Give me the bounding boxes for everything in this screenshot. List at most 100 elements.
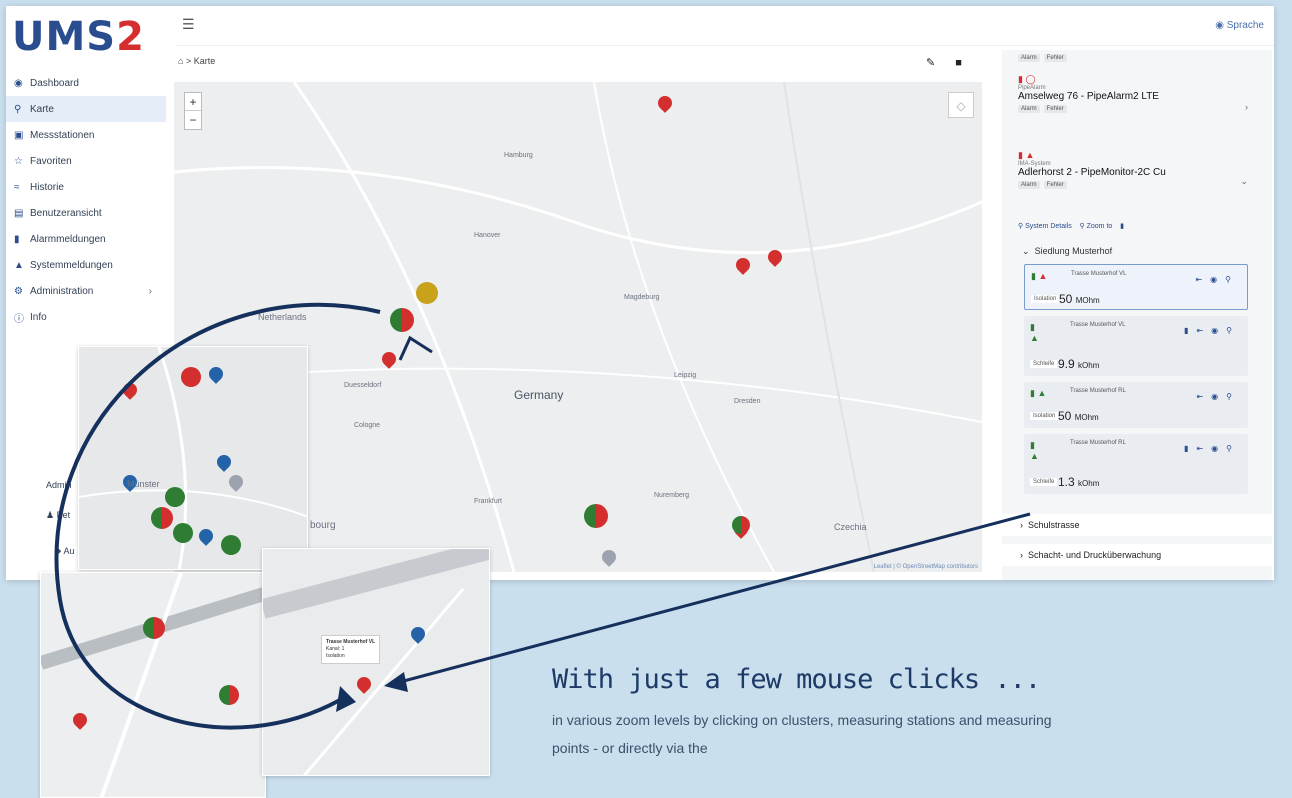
marketing-description: in various zoom levels by clicking on cl… (552, 712, 1052, 756)
user-view-icon: ▤ (14, 207, 24, 219)
sidebar-item-label: Systemmeldungen (30, 259, 113, 271)
measure-value: 50 MOhm (1058, 409, 1099, 423)
value-unit: MOhm (1075, 296, 1100, 305)
chevron-right-icon[interactable]: › (1245, 102, 1248, 112)
zoom-inset-detail: Trasse Musterhof VL Kanal: 1 Isolation (262, 548, 490, 776)
map-cluster[interactable] (416, 282, 438, 304)
point-actions[interactable]: ⇤◉⚲ (1195, 275, 1239, 284)
group-title: Schulstrasse (1028, 520, 1080, 530)
group-header[interactable]: ⌄ Siedlung Musterhof (1022, 246, 1112, 257)
map-label-luxembourg: bourg (310, 520, 336, 531)
sidebar-item-administration[interactable]: ⚙ Administration › (6, 278, 166, 304)
edit-icon[interactable]: ✎ (926, 57, 935, 69)
warning-icon: ▲ (1025, 150, 1035, 160)
value-unit: kOhm (1078, 361, 1100, 370)
point-actions[interactable]: ▮⇤◉⚲ (1184, 326, 1240, 335)
logout-button[interactable]: ➜ Au (54, 546, 75, 557)
measure-type: Schleife (1030, 478, 1058, 486)
map-cluster[interactable] (584, 504, 608, 528)
language-button[interactable]: ◉ Sprache (1215, 20, 1264, 31)
measuring-point[interactable]: ▮ ▲ Trasse Musterhof VL ▮⇤◉⚲ Schleife 9.9… (1024, 316, 1248, 376)
tooltip-channel: Kanal: 1 (326, 646, 345, 652)
value-number: 9.9 (1058, 357, 1075, 371)
chevron-right-icon: › (148, 285, 152, 297)
zoom-in-button[interactable]: + (185, 93, 201, 111)
document-icon[interactable]: ▮ (1120, 223, 1124, 230)
marker-tooltip: Trasse Musterhof VL Kanal: 1 Isolation (321, 635, 381, 664)
error-badge: Fehler (1043, 105, 1067, 113)
sidebar-item-info[interactable]: ⓘ Info (6, 304, 166, 330)
point-actions[interactable]: ▮⇤◉⚲ (1184, 444, 1240, 453)
map-label-munster: Münster (127, 479, 160, 489)
sidebar-item-benutzeransicht[interactable]: ▤ Benutzeransicht (6, 200, 166, 226)
map-cluster[interactable] (165, 487, 185, 507)
status-ok-icon: ▮ ▲ (1030, 322, 1039, 343)
sidebar-admin-label[interactable]: Admin (46, 480, 72, 490)
status-ok-icon: ▮ ▲ (1030, 388, 1047, 398)
logout-label: Au (63, 546, 75, 556)
sidebar-item-historie[interactable]: ≈ Historie (6, 174, 166, 200)
zoom-inset-region: Münster (78, 346, 308, 570)
sidebar-item-alarmmeldungen[interactable]: ▮ Alarmmeldungen (6, 226, 166, 252)
zoom-control: + − (184, 92, 202, 130)
map-cluster[interactable] (143, 617, 165, 639)
star-icon: ☆ (14, 155, 23, 167)
point-actions[interactable]: ⇤◉⚲ (1196, 392, 1240, 401)
map-pin-icon: ⚲ (14, 103, 22, 115)
system-details-button[interactable]: ⚲ System Details (1018, 223, 1072, 230)
map-cluster[interactable] (221, 535, 241, 555)
user-icon: ♟ (46, 510, 57, 520)
map-cluster[interactable] (219, 685, 239, 705)
group-schulstrasse[interactable]: › Schulstrasse (1002, 514, 1272, 536)
alarm-badge: Alarm (1018, 54, 1040, 62)
alarm-badge: Alarm (1018, 181, 1040, 189)
chart-line-icon: ≈ (14, 181, 20, 193)
sidebar-item-favoriten[interactable]: ☆ Favoriten (6, 148, 166, 174)
zoom-inset-street (40, 572, 266, 798)
measuring-point[interactable]: ▮ ▲ Trasse Musterhof RL ▮⇤◉⚲ Schleife 1.3… (1024, 434, 1248, 494)
language-label: Sprache (1226, 20, 1264, 31)
system-item[interactable]: ▮ ◯ PipeAlarm Amselweg 76 - PipeAlarm2 L… (1018, 74, 1159, 113)
map-label-netherlands: Netherlands (258, 312, 307, 322)
zoom-to-button[interactable]: ⚲ Zoom to (1080, 223, 1113, 230)
sidebar-user[interactable]: ♟ Pet (46, 510, 70, 521)
info-icon: ⓘ (14, 313, 24, 325)
alarm-badge: Alarm (1018, 105, 1040, 113)
group-schacht[interactable]: › Schacht- und Drucküberwachung (1002, 544, 1272, 566)
map-attribution[interactable]: Leaflet | © OpenStreetMap contributors (874, 564, 978, 570)
user-name: Pet (56, 510, 71, 520)
measuring-point[interactable]: ▮ ▲ Trasse Musterhof RL ⇤◉⚲ Isolation 50… (1024, 382, 1248, 428)
map-cluster[interactable] (151, 507, 173, 529)
home-icon[interactable]: ⌂ (178, 56, 183, 66)
map-cluster[interactable] (732, 516, 750, 534)
sidebar-item-systemmeldungen[interactable]: ▲ Systemmeldungen (6, 252, 166, 278)
sidebar-item-label: Administration (30, 285, 94, 297)
map-label-nuremberg: Nuremberg (654, 492, 690, 499)
map-label-hanover: Hanover (474, 232, 501, 239)
map-label-germany: Germany (514, 388, 564, 402)
sidebar-item-dashboard[interactable]: ◉ Dashboard (6, 70, 166, 96)
map-cluster[interactable] (181, 367, 201, 387)
group-title: Siedlung Musterhof (1034, 246, 1113, 256)
chevron-down-icon: ⌄ (1022, 246, 1030, 256)
alarm-icon: ▮ (1018, 74, 1023, 84)
sidebar-item-messstationen[interactable]: ▣ Messstationen (6, 122, 166, 148)
sidebar-item-karte[interactable]: ⚲ Karte (6, 96, 166, 122)
zoom-out-button[interactable]: − (185, 111, 201, 129)
stop-icon[interactable]: ■ (955, 57, 962, 69)
system-item[interactable]: ▮ ▲ IMA-System Adlerhorst 2 - PipeMonito… (1018, 150, 1166, 189)
warning-icon: ▲ (14, 259, 24, 271)
system-title: Amselweg 76 - PipeAlarm2 LTE (1018, 91, 1159, 102)
ums2-logo: UMS2 (12, 14, 145, 60)
breadcrumb-current: Karte (193, 56, 216, 66)
layers-button[interactable]: ◇ (948, 92, 974, 118)
map-cluster[interactable] (390, 308, 414, 332)
value-unit: kOhm (1078, 479, 1100, 488)
map-cluster[interactable] (173, 523, 193, 543)
sidebar-item-label: Karte (30, 103, 54, 115)
chevron-down-icon[interactable]: ⌄ (1240, 176, 1248, 187)
measuring-point[interactable]: ▮ ▲ Trasse Musterhof VL ⇤◉⚲ Isolation 50… (1024, 264, 1248, 310)
system-title: Adlerhorst 2 - PipeMonitor-2C Cu (1018, 167, 1166, 178)
point-name: Trasse Musterhof RL (1070, 388, 1126, 394)
hamburger-icon[interactable]: ☰ (182, 16, 195, 33)
